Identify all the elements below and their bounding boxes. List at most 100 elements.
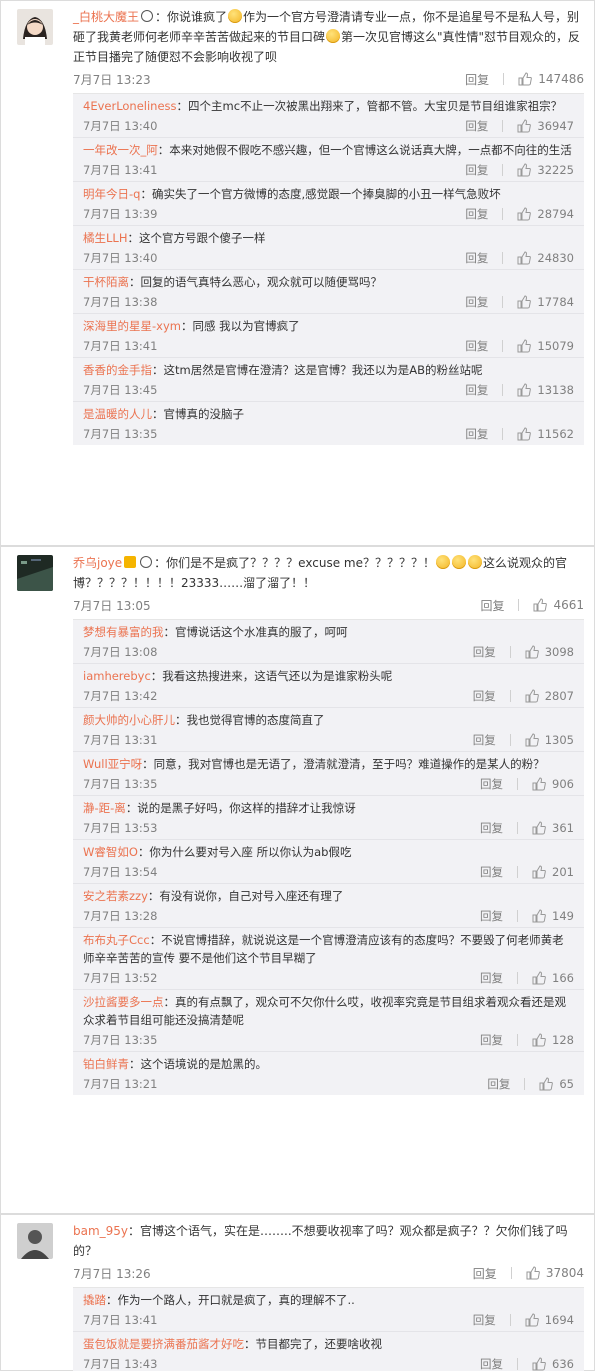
reply-text: ：不说官博措辞，就说说这是一个官博澄清应该有的态度吗？不要毁了何老师黄老师辛辛苦… <box>83 933 564 965</box>
reply-button[interactable]: 回复 <box>465 162 488 178</box>
divider <box>524 1078 526 1090</box>
thumbs-up-icon[interactable] <box>517 251 532 265</box>
reply-time: 7月7日 13:45 <box>83 383 158 397</box>
reply-button[interactable]: 回复 <box>473 644 496 660</box>
comment-username[interactable]: bam_95y <box>73 1224 128 1238</box>
like-count: 201 <box>552 865 574 879</box>
divider <box>517 1358 519 1370</box>
reply-text: ：官博说话这个水准真的服了，呵呵 <box>163 625 348 639</box>
like-count: 15079 <box>537 339 574 353</box>
thumbs-up-icon[interactable] <box>532 777 546 791</box>
reply-text: ：我看这热搜进来，这语气还以为是谁家粉头呢 <box>150 669 393 683</box>
reply-username[interactable]: 蛋包饭就是要挤满番茄酱才好吃 <box>83 1337 244 1351</box>
reply-username[interactable]: 香香的金手指 <box>83 363 152 377</box>
reply-button[interactable]: 回复 <box>473 688 496 704</box>
thumbs-up-icon[interactable] <box>517 339 532 353</box>
reply-button[interactable]: 回复 <box>480 776 503 792</box>
comment-thread-1: _白桃大魔王 ：你说谁疯了 作为一个官方号澄清请专业一点，你不是追星号不是私人号，别… <box>0 0 595 546</box>
reply-list: 4EverLoneliness：四个主mc不止一次被黑出翔来了，管都不管。大宝贝… <box>73 93 584 445</box>
reply-username[interactable]: 明年今日-q <box>83 187 140 201</box>
thumbs-up-icon[interactable] <box>525 645 539 659</box>
reply-username[interactable]: 梦想有暴富的我 <box>83 625 164 639</box>
reply-button[interactable]: 回复 <box>465 338 488 354</box>
thumbs-up-icon[interactable] <box>533 598 548 612</box>
thumbs-up-icon[interactable] <box>518 72 533 86</box>
reply-item: 橘生LLH：这个官方号跟个傻子一样 7月7日 13:40 回复 24830 <box>73 226 584 270</box>
reply-time: 7月7日 13:41 <box>83 339 158 353</box>
thumbs-up-icon[interactable] <box>532 971 546 985</box>
reply-button[interactable]: 回复 <box>480 864 503 880</box>
comment-username[interactable]: 乔乌joye <box>73 556 122 570</box>
thumbs-up-icon[interactable] <box>532 821 546 835</box>
thumbs-up-icon[interactable] <box>517 427 532 441</box>
divider <box>503 73 505 85</box>
divider <box>502 296 504 308</box>
thumbs-up-icon[interactable] <box>526 1266 540 1280</box>
reply-text: ：同感 我以为官博疯了 <box>180 319 300 333</box>
reply-username[interactable]: 瀞-距-离 <box>83 801 126 815</box>
reply-username[interactable]: 颜大帅的小心肝儿 <box>83 713 175 727</box>
reply-username[interactable]: 是温暖的人儿 <box>83 407 152 421</box>
reply-username[interactable]: 铂白鲜青 <box>83 1057 129 1071</box>
reply-username[interactable]: 一年改一次_阿 <box>83 143 158 157</box>
reply-username[interactable]: 安之若素zzy <box>83 889 148 903</box>
reply-button[interactable]: 回复 <box>465 294 488 310</box>
thumbs-up-icon[interactable] <box>525 1313 539 1327</box>
thumbs-up-icon[interactable] <box>532 909 546 923</box>
thumbs-up-icon[interactable] <box>517 383 532 397</box>
thumbs-up-icon[interactable] <box>532 1033 546 1047</box>
reply-username[interactable]: Wull亚宁呀 <box>83 757 142 771</box>
reply-button[interactable]: 回复 <box>465 382 488 398</box>
reply-item: 4EverLoneliness：四个主mc不止一次被黑出翔来了，管都不管。大宝贝… <box>73 94 584 138</box>
reply-text: ：这tm居然是官博在澄清？这是官博？我还以为是AB的粉丝站呢 <box>152 363 483 377</box>
reply-button[interactable]: 回复 <box>465 426 488 442</box>
reply-text: ：本来对她假不假吃不感兴趣，但一个官博这么说话真大牌，一点都不向往的生活 <box>157 143 572 157</box>
reply-button[interactable]: 回复 <box>473 732 496 748</box>
reply-item: 深海里的星星-xym：同感 我以为官博疯了 7月7日 13:41 回复 15079 <box>73 314 584 358</box>
reply-button[interactable]: 回复 <box>487 1076 510 1092</box>
reply-username[interactable]: 橘生LLH <box>83 231 127 245</box>
reply-username[interactable]: 深海里的星星-xym <box>83 319 181 333</box>
reply-username[interactable]: W睿智如O <box>83 845 138 859</box>
thumbs-up-icon[interactable] <box>517 295 532 309</box>
girl-avatar-icon[interactable] <box>17 9 53 45</box>
reply-button[interactable]: 回复 <box>480 1356 503 1371</box>
reply-time: 7月7日 13:21 <box>83 1077 158 1091</box>
thumbs-up-icon[interactable] <box>532 865 546 879</box>
reply-button[interactable]: 回复 <box>480 1032 503 1048</box>
thumbs-up-icon[interactable] <box>517 163 532 177</box>
reply-username[interactable]: 干杯陌离 <box>83 275 129 289</box>
thumbs-up-icon[interactable] <box>525 689 539 703</box>
reply-username[interactable]: 沙拉酱要多一点 <box>83 995 164 1009</box>
reply-list: 撬踏：作为一个路人，开口就是疯了，真的理解不了.. 7月7日 13:41 回复 169… <box>73 1287 584 1371</box>
reply-button[interactable]: 回复 <box>465 206 488 222</box>
thumbs-up-icon[interactable] <box>517 207 532 221</box>
reply-button[interactable]: 回复 <box>480 597 504 614</box>
reply-time: 7月7日 13:41 <box>83 1313 158 1327</box>
reply-item: 颜大帅的小心肝儿：我也觉得官博的态度简直了 7月7日 13:31 回复 1305 <box>73 708 584 752</box>
reply-button[interactable]: 回复 <box>465 250 488 266</box>
reply-button[interactable]: 回复 <box>473 1265 497 1282</box>
reply-button[interactable]: 回复 <box>465 118 488 134</box>
reply-button[interactable]: 回复 <box>480 820 503 836</box>
reply-username[interactable]: iamherebyc <box>83 669 151 683</box>
reply-username[interactable]: 4EverLoneliness <box>83 99 177 113</box>
thumbs-up-icon[interactable] <box>525 733 539 747</box>
comment-username[interactable]: _白桃大魔王 <box>73 10 139 24</box>
reply-time: 7月7日 13:08 <box>83 645 158 659</box>
reply-button[interactable]: 回复 <box>480 970 503 986</box>
reply-button[interactable]: 回复 <box>480 908 503 924</box>
dark-avatar-icon[interactable] <box>17 555 53 591</box>
reply-text: ：你为什么要对号入座 所以你认为ab假吃 <box>137 845 352 859</box>
reply-username[interactable]: 撬踏 <box>83 1293 106 1307</box>
person-avatar-icon[interactable] <box>17 1223 53 1259</box>
reply-username[interactable]: 布布丸子Ccc <box>83 933 150 947</box>
reply-button[interactable]: 回复 <box>473 1312 496 1328</box>
like-count: 24830 <box>537 251 574 265</box>
comment-text: ：你说谁疯了 <box>155 10 228 24</box>
reply-button[interactable]: 回复 <box>465 71 489 88</box>
thumbs-up-icon[interactable] <box>517 119 532 133</box>
thumbs-up-icon[interactable] <box>539 1077 554 1091</box>
reply-time: 7月7日 13:40 <box>83 251 158 265</box>
thumbs-up-icon[interactable] <box>532 1357 546 1371</box>
